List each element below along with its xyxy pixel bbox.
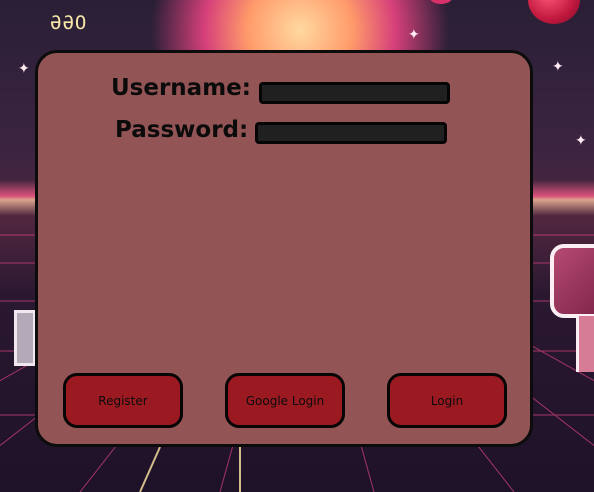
username-input[interactable]	[259, 82, 450, 104]
logo-text: ƏƏO	[50, 12, 88, 34]
register-button[interactable]: Register	[63, 373, 183, 428]
password-label: Password:	[115, 117, 249, 143]
username-label: Username:	[111, 75, 251, 101]
pixel-paddle-handle	[576, 316, 594, 372]
password-input[interactable]	[255, 122, 447, 144]
sparkle-icon: ✦	[18, 61, 30, 77]
sparkle-icon: ✦	[552, 59, 564, 75]
pixel-paddle-right	[550, 244, 594, 318]
login-card: Username: Password: Register Google Logi…	[35, 50, 533, 447]
sparkle-icon: ✦	[575, 133, 587, 149]
google-login-button[interactable]: Google Login	[225, 373, 345, 428]
login-button[interactable]: Login	[387, 373, 507, 428]
red-ball	[528, 0, 580, 24]
pixel-paddle-left	[14, 310, 36, 366]
sparkle-icon: ✦	[408, 27, 420, 43]
retro-background: ƏƏO ✦ ✦ ✦ ✦ Username: Password: Register…	[0, 0, 594, 492]
